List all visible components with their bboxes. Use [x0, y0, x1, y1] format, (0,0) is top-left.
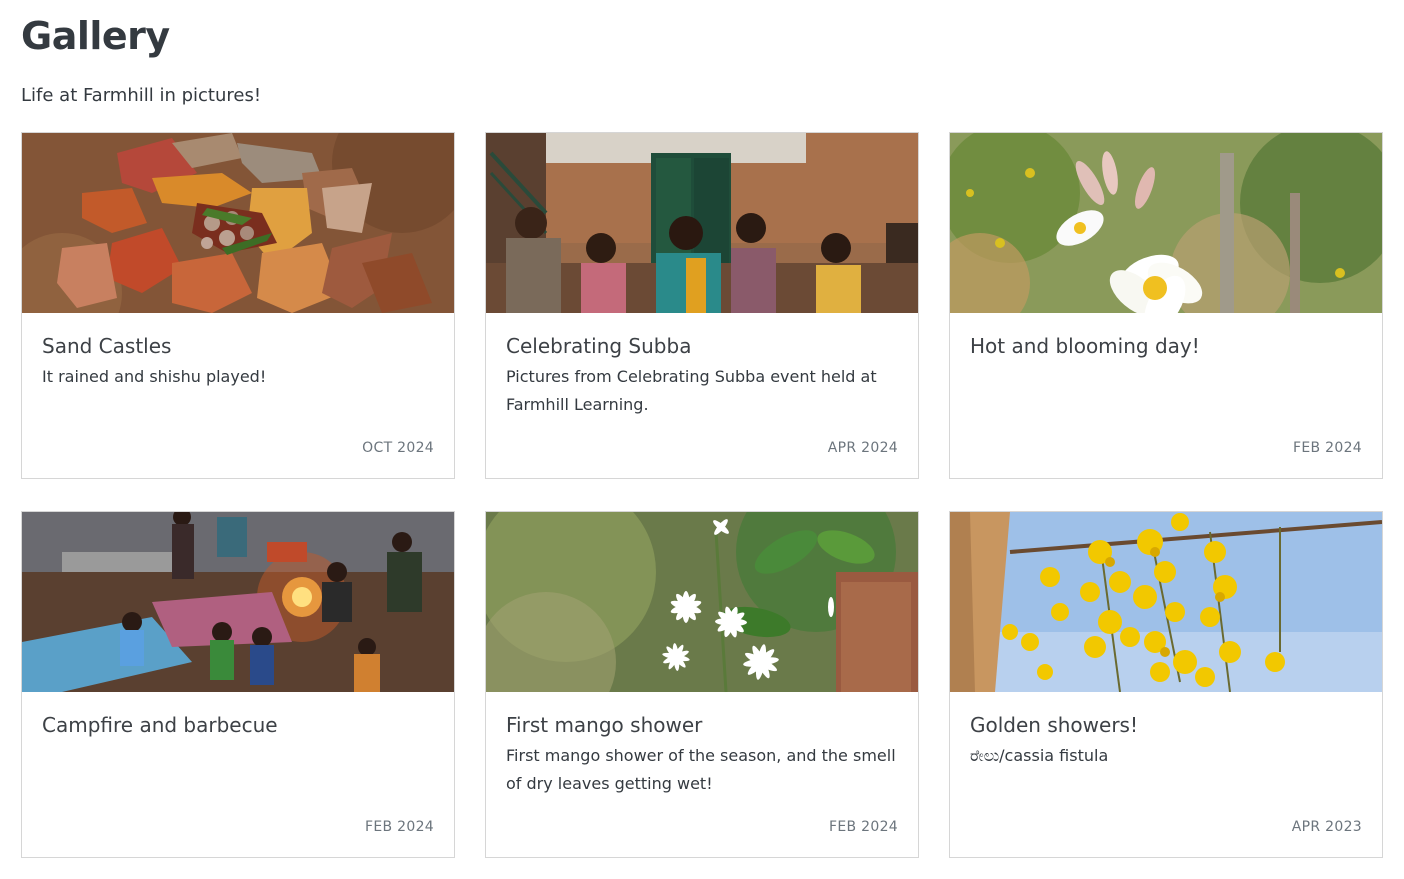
gallery-card[interactable]: First mango shower First mango shower of…	[485, 511, 919, 858]
card-photo[interactable]	[950, 512, 1382, 692]
card-date: APR 2023	[1291, 819, 1362, 835]
card-description: First mango shower of the season, and th…	[506, 746, 896, 793]
gallery-grid: Sand Castles It rained and shishu played…	[21, 132, 1383, 858]
card-date: FEB 2024	[829, 819, 898, 835]
card-date: OCT 2024	[362, 440, 434, 456]
card-photo[interactable]	[486, 133, 918, 313]
card-title[interactable]: Hot and blooming day!	[970, 333, 1200, 359]
gallery-card[interactable]: Campfire and barbecue FEB 2024	[21, 511, 455, 858]
gallery-page: Gallery Life at Farmhill in pictures! Sa…	[0, 0, 1404, 879]
page-title: Gallery	[21, 14, 170, 58]
gallery-card[interactable]: Sand Castles It rained and shishu played…	[21, 132, 455, 479]
card-date: FEB 2024	[365, 819, 434, 835]
card-description: Pictures from Celebrating Subba event he…	[506, 367, 877, 414]
gallery-card[interactable]: Celebrating Subba Pictures from Celebrat…	[485, 132, 919, 479]
card-photo[interactable]	[22, 133, 454, 313]
card-description: It rained and shishu played!	[42, 367, 267, 386]
card-photo[interactable]	[950, 133, 1382, 313]
card-photo[interactable]	[486, 512, 918, 692]
card-title[interactable]: First mango shower	[506, 712, 702, 738]
page-subtitle: Life at Farmhill in pictures!	[21, 85, 262, 106]
card-photo[interactable]	[22, 512, 454, 692]
card-title[interactable]: Golden showers!	[970, 712, 1138, 738]
card-date: FEB 2024	[1293, 440, 1362, 456]
card-title[interactable]: Sand Castles	[42, 333, 171, 359]
card-date: APR 2024	[827, 440, 898, 456]
card-description: ರೇಲು/cassia fistula	[970, 746, 1109, 765]
card-title[interactable]: Campfire and barbecue	[42, 712, 278, 738]
card-title[interactable]: Celebrating Subba	[506, 333, 691, 359]
gallery-card[interactable]: Hot and blooming day! FEB 2024	[949, 132, 1383, 479]
gallery-card[interactable]: Golden showers! ರೇಲು/cassia fistula APR …	[949, 511, 1383, 858]
